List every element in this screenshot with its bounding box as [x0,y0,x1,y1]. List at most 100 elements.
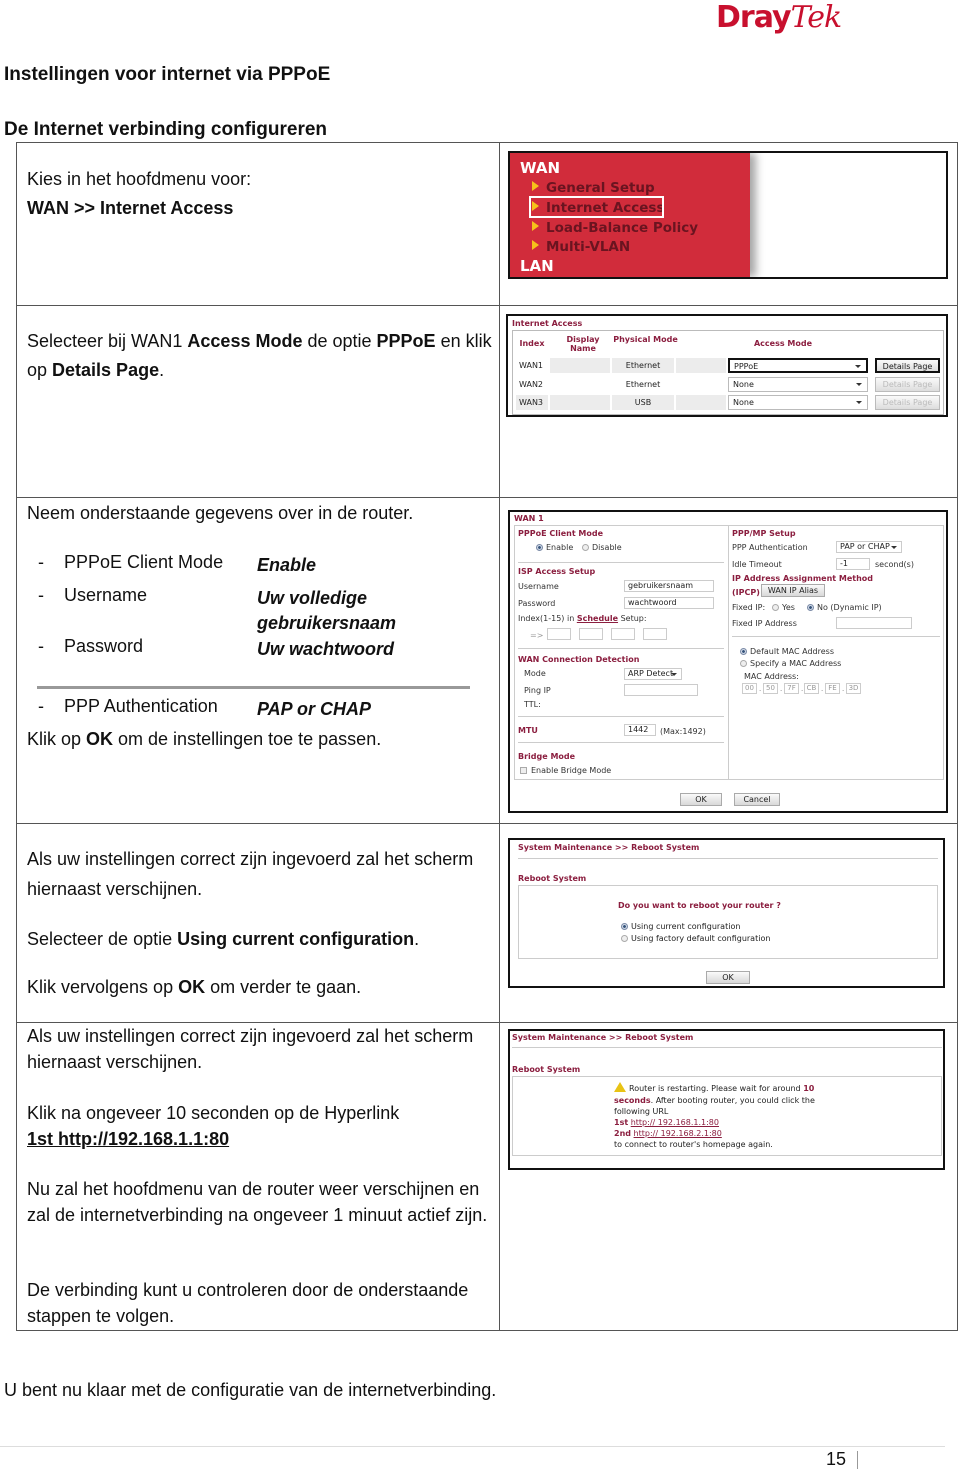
menu-item-multi-vlan[interactable]: Multi-VLAN [532,239,630,255]
current-config-radio[interactable]: Using current configuration [621,922,740,931]
section-title: Reboot System [512,1065,581,1074]
mac-octet[interactable]: CB [804,683,819,694]
outro-t2: om de instellingen toe te passen. [113,729,382,749]
mac-sep: . [801,685,804,693]
details-page-button[interactable]: Details Page [875,358,940,373]
wait-seconds: 10 [803,1084,815,1093]
details-page-button[interactable]: Details Page [875,377,940,392]
mtu-input[interactable]: 1442 [624,724,656,736]
fixed-ip-no-radio[interactable]: No (Dynamic IP) [807,603,882,612]
url-row-2: 2nd http:// 192.168.2.1:80 [614,1129,722,1138]
idle-timeout-input[interactable]: -1 [836,558,870,570]
schedule-index-2[interactable] [579,628,603,640]
schedule-index-1[interactable] [547,628,571,640]
password-label: Password [518,599,556,608]
mac-octet[interactable]: 50 [763,683,778,694]
pppoe-enable-radio[interactable]: Enable [536,543,573,552]
section-title: De Internet verbinding configureren [4,119,328,140]
details-page-button[interactable]: Details Page [875,395,940,410]
fixed-ip-address-input[interactable] [836,617,912,629]
fixed-ip-yes-radio[interactable]: Yes [772,603,795,612]
ipcp-label: (IPCP) [732,588,760,597]
reboot-question: Do you want to reboot your router ? [618,901,781,910]
table-row: WAN1 Ethernet PPPoE Details Page [516,357,940,373]
outro-ok: OK [86,729,114,749]
username-input[interactable]: gebruikersnaam [624,580,714,592]
ok-button[interactable]: OK [706,971,750,984]
ping-ip-input[interactable] [624,684,698,696]
divider [732,636,940,637]
link-label: 1st [614,1118,629,1127]
l3e: om verder te gaan. [205,977,362,997]
section-title: Reboot System [518,874,587,883]
row-index: WAN3 [516,395,548,410]
schedule-link[interactable]: Schedule [577,614,618,623]
schedule-index-4[interactable] [643,628,667,640]
router-url-link-2[interactable]: http:// 192.168.2.1:80 [634,1129,722,1138]
l2e: . [414,929,420,949]
row-divider [16,305,958,306]
separator [37,686,470,689]
password-input[interactable]: wachtwoord [624,597,714,609]
access-mode-select[interactable]: None [728,395,868,410]
mac-address-fields: 00 . 50 . 7F . CB . FE . 3D [742,683,872,695]
factory-default-radio[interactable]: Using factory default configuration [621,934,770,943]
detection-mode-select[interactable]: ARP Detect [624,668,682,680]
bridge-mode-label: Bridge Mode [518,752,576,761]
menu-header-lan[interactable]: LAN [520,257,554,275]
row-physical-mode: USB [612,395,674,410]
page-title: Instellingen voor internet via PPPoE [4,64,331,85]
cancel-button[interactable]: Cancel [734,793,780,806]
router-url-link-1[interactable]: http:// 192.168.1.1:80 [631,1118,719,1127]
wan-ip-alias-button[interactable]: WAN IP Alias [761,584,825,597]
url-row-1: 1st http:// 192.168.1.1:80 [614,1118,719,1127]
ok-button[interactable]: OK [680,793,722,806]
setting-value: Uw wachtwoord [257,639,395,659]
step1-menu-path: WAN >> Internet Access [27,198,234,218]
pppoe-disable-radio[interactable]: Disable [582,543,622,552]
highlight-box [529,196,664,218]
mac-sep: . [842,685,845,693]
mac-octet[interactable]: 3D [846,683,861,694]
fixed-ip-label: Fixed IP: [732,603,766,612]
router-url-link[interactable]: 1st http://192.168.1.1:80 [27,1126,492,1152]
access-mode-select[interactable]: PPPoE [728,358,868,373]
enable-bridge-checkbox[interactable]: Enable Bridge Mode [520,766,611,775]
step2-pppoe: PPPoE [376,331,436,351]
radio-icon [740,660,747,667]
logo-tek: Tek [790,0,843,35]
setting-key: PPP Authentication [64,696,218,716]
bullet-dash: - [38,696,44,716]
mode-label: Mode [524,669,546,678]
schedule-row: Index(1-15) in Schedule Setup: [518,614,647,623]
select-value: PAP or CHAP [840,542,890,551]
col-access-mode: Access Mode [753,339,813,348]
schedule-index-3[interactable] [611,628,635,640]
breadcrumb: System Maintenance >> Reboot System [512,1033,694,1042]
step3-intro: Neem onderstaande gegevens over in de ro… [27,503,414,523]
mac-sep: . [821,685,824,693]
col-display-name: Display Name [566,335,600,353]
wan-detection-label: WAN Connection Detection [518,655,640,664]
default-mac-radio[interactable]: Default MAC Address [740,647,834,656]
wan-menu-screenshot: WAN General Setup Internet Access Load-B… [508,151,948,279]
divider [518,648,724,649]
bullet-dash: - [38,585,44,605]
mac-octet[interactable]: FE [825,683,840,694]
mac-octet[interactable]: 00 [742,683,757,694]
ppp-auth-select[interactable]: PAP or CHAP [836,541,902,553]
l2b: Using current configuration [177,929,415,949]
step5-line1: Als uw instellingen correct zijn ingevoe… [27,1026,474,1072]
step4-line3: Klik vervolgens op OK om verder te gaan. [27,973,492,1002]
radio-label: Specify a MAC Address [750,659,842,668]
divider [518,858,938,859]
select-value: ARP Detect [628,669,674,678]
access-mode-select[interactable]: None [728,377,868,392]
msg: Router is restarting. Please wait for ar… [629,1084,804,1093]
mac-octet[interactable]: 7F [784,683,799,694]
specify-mac-radio[interactable]: Specify a MAC Address [740,659,841,668]
menu-item-load-balance-policy[interactable]: Load-Balance Policy [532,220,698,236]
panel-divider [728,525,729,780]
menu-item-general-setup[interactable]: General Setup [532,180,655,196]
menu-header-wan[interactable]: WAN [520,159,560,177]
